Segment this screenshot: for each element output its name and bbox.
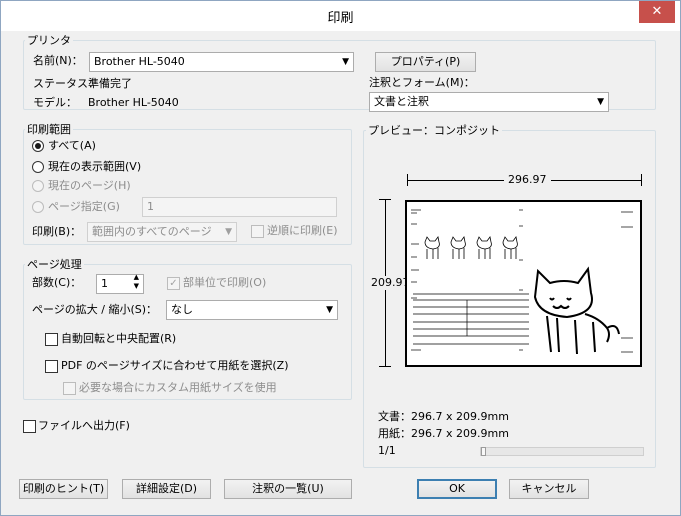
page-preview: [405, 200, 642, 367]
model-label: モデル：: [33, 96, 77, 109]
range-all-radio[interactable]: [32, 140, 44, 152]
reverse-order-label[interactable]: 逆順に印刷(E): [267, 224, 338, 238]
model-value: Brother HL-5040: [88, 96, 179, 109]
comments-forms-label: 注釈とフォーム(M)：: [369, 76, 475, 89]
custom-paper-label[interactable]: 必要な場合にカスタム用紙サイズを使用: [79, 381, 277, 395]
title-bar: 印刷 ✕: [1, 1, 680, 31]
range-current-page-radio[interactable]: [32, 180, 44, 192]
print-dialog: 印刷 ✕ プリンタ 名前(N)： Brother HL-5040 ▼ プロパティ…: [0, 0, 681, 516]
ok-button[interactable]: OK: [417, 479, 497, 499]
chevron-down-icon: ▼: [225, 227, 232, 237]
height-dimension-tick-bottom: [379, 366, 391, 367]
print-hints-button[interactable]: 印刷のヒント(T): [19, 479, 108, 499]
scaling-select[interactable]: なし ▼: [166, 300, 338, 320]
preview-page-slider[interactable]: [480, 447, 644, 456]
print-to-file-label[interactable]: ファイルへ出力(F): [38, 419, 130, 433]
chevron-down-icon: ▼: [597, 97, 604, 107]
auto-rotate-checkbox[interactable]: [45, 333, 58, 346]
advanced-button[interactable]: 詳細設定(D): [122, 479, 211, 499]
slider-thumb[interactable]: [481, 447, 486, 456]
width-dimension-tick-left: [407, 174, 408, 186]
document-size: 文書：296.7 x 209.9mm: [378, 410, 509, 423]
auto-rotate-label[interactable]: 自動回転と中央配置(R): [61, 332, 176, 346]
page-preview-drawing: [411, 209, 633, 355]
comments-forms-value: 文書と注釈: [374, 95, 429, 108]
range-pages-label[interactable]: ページ指定(G): [48, 200, 120, 214]
subset-value: 範囲内のすべてのページ: [92, 225, 212, 238]
page-range-value: 1: [147, 200, 154, 213]
printer-group-label: プリンタ: [25, 34, 73, 47]
chevron-down-icon: ▼: [326, 305, 333, 315]
width-dimension-tick-right: [641, 174, 642, 186]
range-pages-radio[interactable]: [32, 201, 44, 213]
status-value: 準備完了: [88, 77, 132, 90]
summarize-comments-button[interactable]: 注釈の一覧(U): [224, 479, 352, 499]
cancel-button[interactable]: キャンセル: [509, 479, 589, 499]
preview-group-label: プレビュー：コンポジット: [366, 124, 502, 137]
comments-forms-select[interactable]: 文書と注釈 ▼: [369, 92, 609, 112]
range-current-page-label[interactable]: 現在のページ(H): [48, 179, 131, 193]
copies-label: 部数(C)：: [32, 276, 82, 289]
large-cat-drawing: [533, 266, 620, 355]
height-dimension-label: 209.97: [371, 276, 410, 290]
range-current-view-radio[interactable]: [32, 161, 44, 173]
choose-paper-checkbox[interactable]: [45, 360, 58, 373]
properties-button[interactable]: プロパティ(P): [375, 52, 476, 72]
scaling-value: なし: [171, 303, 193, 316]
close-button[interactable]: ✕: [639, 1, 675, 23]
print-range-label: 印刷範囲: [25, 123, 73, 136]
scaling-label: ページの拡大 / 縮小(S)：: [32, 303, 158, 316]
copies-stepper[interactable]: 1 ▲ ▼: [96, 273, 144, 294]
collate-label[interactable]: 部単位で印刷(O): [183, 276, 266, 290]
dialog-title: 印刷: [327, 11, 354, 26]
reverse-order-checkbox[interactable]: [251, 225, 264, 238]
range-all-label[interactable]: すべて(A): [48, 139, 96, 153]
page-range-input[interactable]: 1: [142, 197, 337, 217]
page-handling-label: ページ処理: [25, 258, 84, 271]
collate-checkbox[interactable]: ✓: [167, 277, 180, 290]
small-cats: [424, 236, 518, 259]
printer-name-label: 名前(N)：: [33, 54, 83, 67]
dialog-body: プリンタ 名前(N)： Brother HL-5040 ▼ プロパティ(P) ス…: [8, 31, 673, 510]
custom-paper-checkbox[interactable]: [63, 382, 76, 395]
page-counter: 1/1: [378, 444, 396, 457]
range-current-view-label[interactable]: 現在の表示範囲(V): [48, 160, 141, 174]
width-dimension-label: 296.97: [504, 173, 551, 187]
stepper-arrows-icon[interactable]: ▲ ▼: [134, 273, 139, 291]
copies-value: 1: [101, 277, 108, 290]
print-to-file-checkbox[interactable]: [23, 420, 36, 433]
paper-size: 用紙：296.7 x 209.9mm: [378, 427, 509, 440]
choose-paper-label[interactable]: PDF のページサイズに合わせて用紙を選択(Z): [61, 359, 289, 373]
height-dimension-tick-top: [379, 199, 391, 200]
printer-name-value: Brother HL-5040: [94, 55, 185, 68]
printer-name-select[interactable]: Brother HL-5040 ▼: [89, 52, 354, 72]
chevron-down-icon: ▼: [342, 57, 349, 67]
subset-label: 印刷(B)：: [32, 225, 82, 238]
subset-select[interactable]: 範囲内のすべてのページ ▼: [87, 222, 237, 242]
